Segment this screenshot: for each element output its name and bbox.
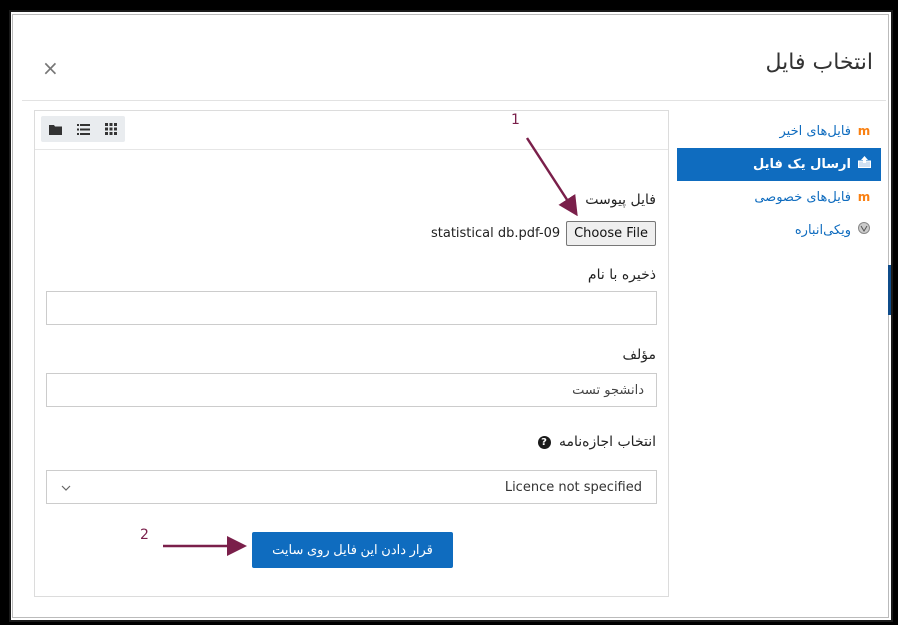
moodle-icon: m bbox=[857, 124, 871, 138]
folder-view-icon[interactable] bbox=[41, 116, 69, 142]
sidebar-item-label: فایل‌های اخیر bbox=[779, 124, 851, 139]
upload-panel: فایل پیوست statistical db.pdf-09 Choose … bbox=[34, 110, 669, 597]
grid-view-icon[interactable] bbox=[97, 116, 125, 142]
wikimedia-icon bbox=[857, 214, 871, 247]
sidebar-item-upload-file[interactable]: ارسال یک فایل bbox=[677, 148, 881, 181]
sidebar-item-recent-files[interactable]: m فایل‌های اخیر bbox=[677, 115, 881, 148]
close-icon[interactable]: × bbox=[42, 58, 59, 78]
sidebar-item-private-files[interactable]: m فایل‌های خصوصی bbox=[677, 181, 881, 214]
moodle-icon: m bbox=[857, 190, 871, 204]
author-label: مؤلف bbox=[622, 347, 657, 363]
choose-file-button[interactable]: Choose File bbox=[566, 221, 656, 246]
view-toolbar bbox=[35, 111, 668, 150]
save-as-label: ذخیره با نام bbox=[587, 267, 656, 283]
list-view-icon[interactable] bbox=[69, 116, 97, 142]
license-label-row: انتخاب اجازه‌نامه ? bbox=[537, 434, 656, 450]
save-as-input[interactable] bbox=[46, 291, 657, 325]
scroll-indicator bbox=[888, 265, 891, 315]
sidebar-item-label: ویکی‌انباره bbox=[794, 223, 851, 238]
upload-file-button[interactable]: قرار دادن این فایل روی سایت bbox=[252, 532, 453, 568]
chevron-down-icon bbox=[61, 480, 71, 494]
file-picker-row: statistical db.pdf-09 Choose File bbox=[431, 221, 656, 246]
license-select[interactable]: Licence not specified bbox=[46, 470, 657, 504]
upload-icon bbox=[857, 148, 871, 181]
chosen-file-name: statistical db.pdf-09 bbox=[430, 226, 561, 241]
license-select-value: Licence not specified bbox=[504, 479, 642, 495]
sidebar-item-label: ارسال یک فایل bbox=[752, 157, 851, 172]
sidebar-item-wikimedia[interactable]: ویکی‌انباره bbox=[677, 214, 881, 247]
license-label: انتخاب اجازه‌نامه bbox=[558, 434, 656, 450]
help-icon[interactable]: ? bbox=[537, 435, 551, 449]
attachment-label: فایل پیوست bbox=[585, 192, 656, 208]
title-divider bbox=[22, 100, 886, 101]
author-input[interactable]: دانشجو تست bbox=[46, 373, 657, 407]
annotation-number-1: 1 bbox=[511, 112, 520, 128]
dialog-title: انتخاب فایل bbox=[765, 50, 874, 75]
repository-sidebar: m فایل‌های اخیر ارسال یک فایل m فایل‌های… bbox=[677, 115, 881, 247]
annotation-number-2: 2 bbox=[140, 527, 149, 543]
view-switcher bbox=[41, 116, 125, 142]
sidebar-item-label: فایل‌های خصوصی bbox=[754, 190, 851, 205]
